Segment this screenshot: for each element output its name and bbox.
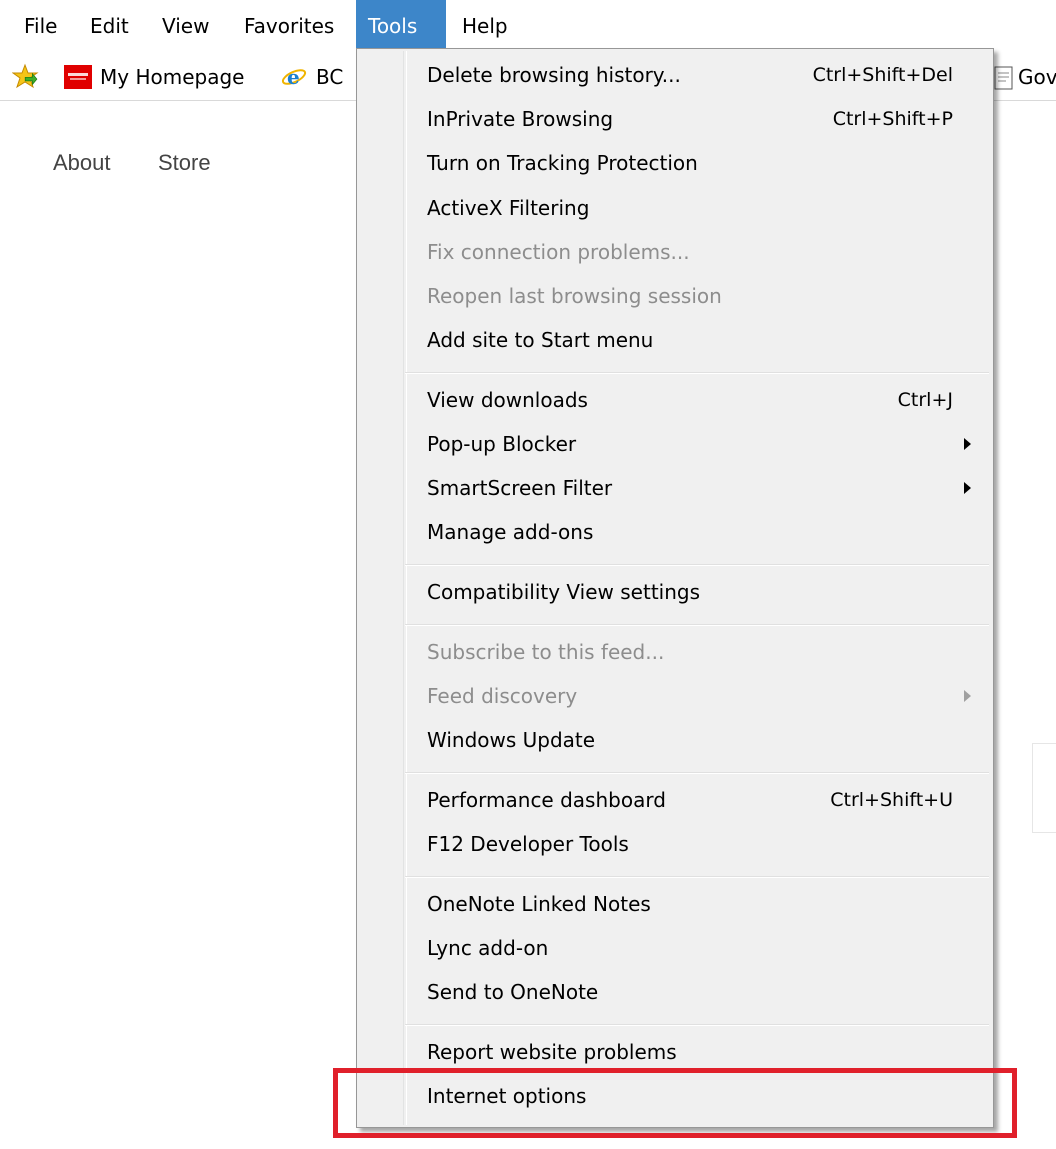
menu-item-label: Manage add-ons — [427, 520, 594, 544]
menu-item-label: InPrivate Browsing — [427, 107, 614, 131]
menu-item-fix-connection-problems: Fix connection problems... — [359, 231, 989, 273]
menu-item-delete-browsing-history[interactable]: Delete browsing history... Ctrl+Shift+De… — [359, 54, 989, 96]
menu-bar: File Edit View Favorites Tools Help — [0, 0, 1056, 52]
menu-item-performance-dashboard[interactable]: Performance dashboard Ctrl+Shift+U — [359, 779, 989, 821]
menu-separator — [405, 564, 989, 566]
red-homepage-icon — [64, 65, 92, 89]
svg-text:e: e — [287, 65, 300, 89]
menu-separator — [405, 372, 989, 374]
menu-item-compatibility-view-settings[interactable]: Compatibility View settings — [359, 571, 989, 613]
menu-item-report-website-problems[interactable]: Report website problems — [359, 1031, 989, 1073]
about-link[interactable]: About — [53, 150, 111, 176]
menu-file[interactable]: File — [12, 0, 69, 52]
menu-item-send-to-onenote[interactable]: Send to OneNote — [359, 971, 989, 1013]
menu-item-label: OneNote Linked Notes — [427, 892, 651, 916]
menu-item-label: Pop-up Blocker — [427, 432, 577, 456]
menu-item-shortcut: Ctrl+J — [897, 389, 953, 411]
menu-item-label: Fix connection problems... — [427, 240, 690, 264]
submenu-arrow-icon — [964, 690, 971, 702]
menu-view[interactable]: View — [150, 0, 221, 52]
menu-item-label: Feed discovery — [427, 684, 578, 708]
favorite-gov[interactable]: Gov — [1018, 54, 1056, 100]
ie-logo-icon: e — [280, 64, 308, 90]
menu-item-manage-add-ons[interactable]: Manage add-ons — [359, 511, 989, 553]
favorite-my-homepage[interactable]: My Homepage — [100, 54, 244, 100]
menu-separator — [405, 876, 989, 878]
menu-separator — [405, 772, 989, 774]
menu-separator — [405, 624, 989, 626]
menu-item-view-downloads[interactable]: View downloads Ctrl+J — [359, 379, 989, 421]
menu-item-subscribe-to-feed: Subscribe to this feed... — [359, 631, 989, 673]
menu-item-label: ActiveX Filtering — [427, 196, 590, 220]
internet-options-highlight — [333, 1068, 1017, 1138]
menu-item-shortcut: Ctrl+Shift+U — [830, 789, 953, 811]
menu-item-label: Windows Update — [427, 728, 596, 752]
menu-item-popup-blocker[interactable]: Pop-up Blocker — [359, 423, 989, 465]
menu-item-label: SmartScreen Filter — [427, 476, 613, 500]
menu-item-label: Add site to Start menu — [427, 328, 654, 352]
tools-dropdown-menu: Delete browsing history... Ctrl+Shift+De… — [356, 48, 994, 1128]
store-link[interactable]: Store — [158, 150, 211, 176]
menu-item-activex-filtering[interactable]: ActiveX Filtering — [359, 187, 989, 229]
menu-item-windows-update[interactable]: Windows Update — [359, 719, 989, 761]
menu-item-label: Turn on Tracking Protection — [427, 151, 698, 175]
menu-item-label: Subscribe to this feed... — [427, 640, 665, 664]
page-side-panel — [1032, 743, 1056, 833]
menu-item-label: Delete browsing history... — [427, 63, 681, 87]
favorite-bc[interactable]: BC — [316, 54, 343, 100]
menu-item-label: Performance dashboard — [427, 788, 666, 812]
submenu-arrow-icon — [964, 482, 971, 494]
browser-window: File Edit View Favorites Tools Help My H… — [0, 0, 1056, 1149]
menu-item-inprivate-browsing[interactable]: InPrivate Browsing Ctrl+Shift+P — [359, 98, 989, 140]
menu-item-label: Lync add-on — [427, 936, 549, 960]
menu-item-tracking-protection[interactable]: Turn on Tracking Protection — [359, 142, 989, 184]
menu-item-label: F12 Developer Tools — [427, 832, 629, 856]
menu-item-shortcut: Ctrl+Shift+Del — [812, 64, 953, 86]
menu-item-f12-developer-tools[interactable]: F12 Developer Tools — [359, 823, 989, 865]
menu-item-smartscreen-filter[interactable]: SmartScreen Filter — [359, 467, 989, 509]
menu-item-label: View downloads — [427, 388, 588, 412]
menu-item-lync-add-on[interactable]: Lync add-on — [359, 927, 989, 969]
menu-item-reopen-last-session: Reopen last browsing session — [359, 275, 989, 317]
menu-item-onenote-linked-notes[interactable]: OneNote Linked Notes — [359, 883, 989, 925]
menu-edit[interactable]: Edit — [78, 0, 141, 52]
menu-help[interactable]: Help — [450, 0, 520, 52]
menu-item-feed-discovery: Feed discovery — [359, 675, 989, 717]
menu-separator — [405, 1024, 989, 1026]
menu-item-shortcut: Ctrl+Shift+P — [832, 108, 953, 130]
menu-item-label: Send to OneNote — [427, 980, 599, 1004]
menu-item-label: Reopen last browsing session — [427, 284, 722, 308]
webpage-icon — [994, 66, 1014, 90]
menu-item-label: Report website problems — [427, 1040, 677, 1064]
menu-favorites[interactable]: Favorites — [232, 0, 346, 52]
menu-item-add-site-to-start-menu[interactable]: Add site to Start menu — [359, 319, 989, 361]
add-favorites-star-icon[interactable] — [11, 63, 42, 91]
submenu-arrow-icon — [964, 438, 971, 450]
menu-tools[interactable]: Tools — [356, 0, 446, 52]
menu-item-label: Compatibility View settings — [427, 580, 701, 604]
